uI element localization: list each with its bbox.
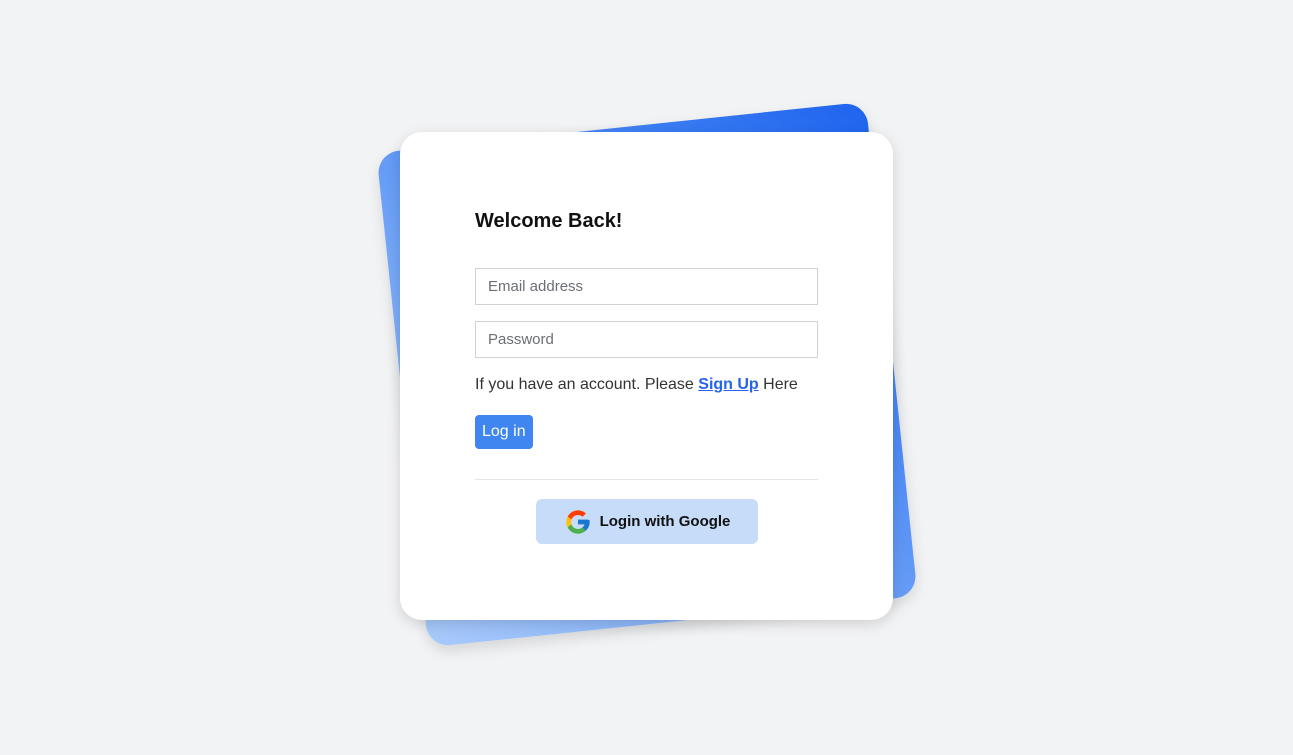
login-button[interactable]: Log in [475,415,533,449]
login-card: Welcome Back! If you have an account. Pl… [400,132,893,620]
email-input[interactable] [475,268,818,305]
signup-suffix-text: Here [758,376,798,393]
login-page: Welcome Back! If you have an account. Pl… [0,0,1293,755]
signup-prompt: If you have an account. Please Sign Up H… [475,376,798,394]
divider [475,479,818,480]
sign-up-link[interactable]: Sign Up [698,376,758,393]
signup-prefix-text: If you have an account. Please [475,376,699,393]
google-login-button[interactable]: Login with Google [536,499,758,544]
password-input[interactable] [475,321,818,358]
page-title: Welcome Back! [475,210,623,232]
google-icon [564,508,592,536]
google-login-label: Login with Google [599,513,731,530]
